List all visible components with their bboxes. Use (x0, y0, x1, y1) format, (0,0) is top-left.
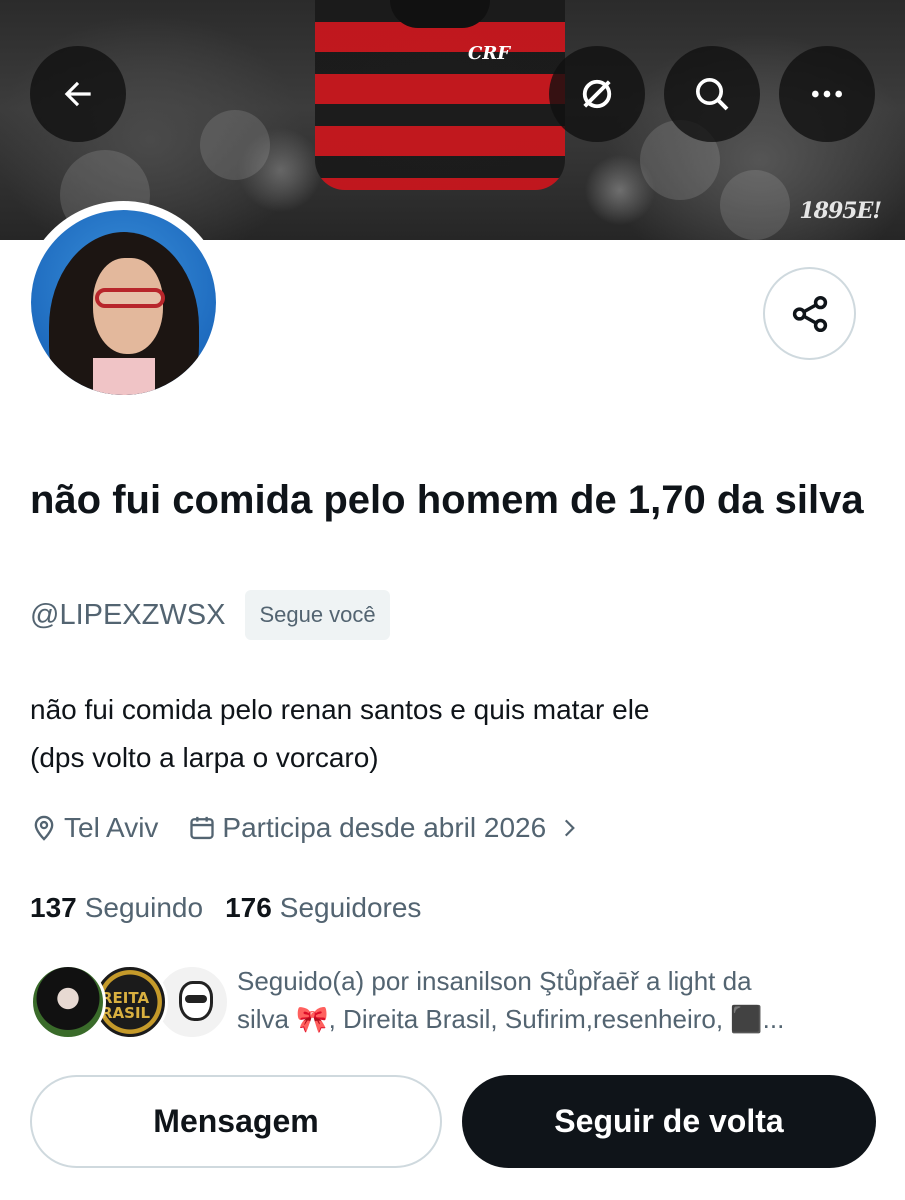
location-text: Tel Aviv (64, 812, 159, 843)
banner-watermark: 1895E! (799, 198, 882, 224)
follow-back-button[interactable]: Seguir de volta (462, 1075, 876, 1168)
calendar-icon (190, 816, 215, 840)
followers-link[interactable]: 176 Seguidores (225, 892, 421, 924)
grok-icon (582, 79, 612, 109)
search-button[interactable] (664, 46, 760, 142)
followed-by[interactable]: REITA RASIL Seguido(a) por insanilson Ştů… (30, 962, 880, 1042)
more-button[interactable] (779, 46, 875, 142)
bio: não fui comida pelo renan santos e quis … (30, 686, 870, 782)
chevron-right-icon (565, 819, 576, 837)
join-date-text: Participa desde abril 2026 (222, 812, 547, 843)
search-icon (696, 78, 729, 111)
follower-avatar (30, 964, 106, 1040)
grok-button[interactable] (549, 46, 645, 142)
avatar-glasses (95, 288, 165, 308)
bio-line: não fui comida pelo renan santos e quis … (30, 694, 650, 725)
back-button[interactable] (30, 46, 126, 142)
followers-count: 176 (225, 892, 272, 923)
banner-crowd-shape (200, 110, 270, 180)
share-button[interactable] (763, 267, 856, 360)
profile-meta: Tel Aviv Participa desde abril 2026 (30, 812, 588, 844)
following-link[interactable]: 137 Seguindo (30, 892, 203, 924)
follow-stats: 137 Seguindo 176 Seguidores (30, 892, 421, 924)
followed-by-text: Seguido(a) por insanilson Ştůpřaēř a lig… (237, 962, 877, 1038)
following-label: Seguindo (84, 892, 204, 923)
location: Tel Aviv (30, 812, 158, 844)
follower-avatar-drawing (185, 995, 207, 1003)
banner-jersey (315, 0, 565, 190)
followed-by-line: silva 🎀, Direita Brasil, Sufirim,resenhe… (237, 1004, 785, 1034)
join-date[interactable]: Participa desde abril 2026 (188, 812, 588, 844)
banner-jersey-collar (390, 0, 490, 28)
username-handle: @LIPEXZWSX (30, 598, 226, 631)
avatar[interactable] (31, 210, 216, 395)
follows-you-badge: Segue você (245, 590, 390, 640)
banner-crest: CRF (468, 43, 511, 64)
arrow-left-icon (64, 81, 91, 107)
handle-row: @LIPEXZWSX Segue você (30, 590, 390, 640)
location-pin-icon (34, 815, 54, 841)
bio-line: (dps volto a larpa o vorcaro) (30, 742, 379, 773)
followers-label: Seguidores (279, 892, 422, 923)
avatar-shirt (93, 358, 155, 395)
profile-page: CRF 1895E! não fui comida pelo homem de … (0, 0, 905, 1200)
more-icon (812, 90, 842, 98)
message-button[interactable]: Mensagem (30, 1075, 442, 1168)
share-icon (792, 295, 827, 332)
follower-avatar-text: REITA RASIL (101, 989, 151, 1022)
following-count: 137 (30, 892, 77, 923)
display-name: não fui comida pelo homem de 1,70 da sil… (30, 478, 864, 522)
banner-crowd-shape (720, 170, 790, 240)
followed-by-line: Seguido(a) por insanilson Ştůpřaēř a lig… (237, 966, 752, 996)
